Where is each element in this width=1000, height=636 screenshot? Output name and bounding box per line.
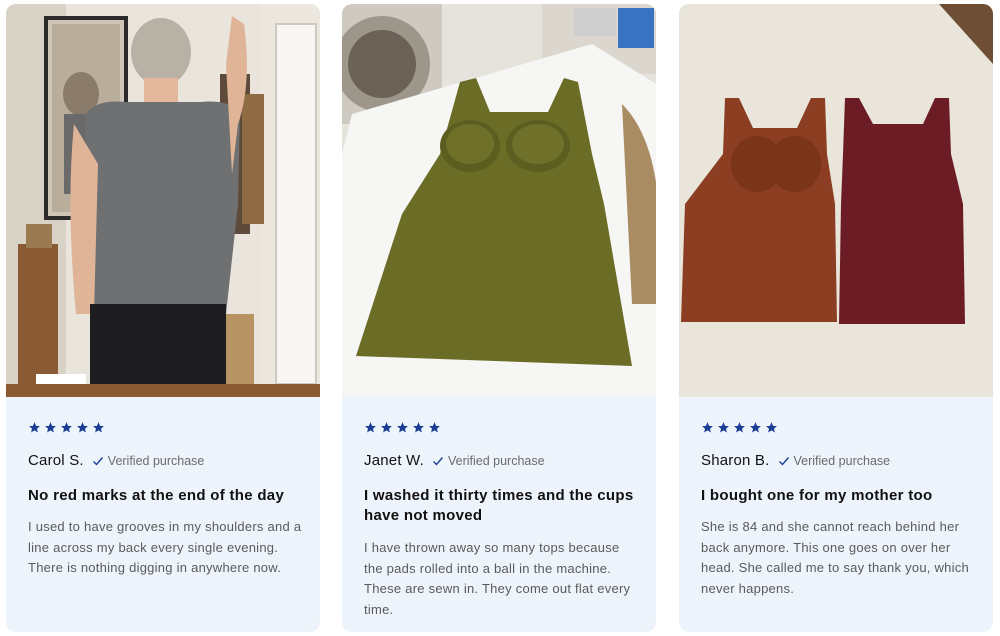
verified-badge: Verified purchase bbox=[793, 453, 891, 468]
star-rating bbox=[28, 421, 105, 434]
review-headline: I bought one for my mother too bbox=[701, 487, 933, 504]
reviewer-line: Sharon B. Verified purchase bbox=[701, 452, 890, 469]
star-icon bbox=[380, 421, 393, 434]
reviewer-line: Carol S. Verified purchase bbox=[28, 452, 204, 469]
review-photo[interactable] bbox=[342, 4, 656, 397]
review-text: I have thrown away so many tops because … bbox=[364, 540, 631, 617]
review-photo[interactable] bbox=[679, 4, 993, 397]
star-icon bbox=[364, 421, 377, 434]
review-card: Sharon B. Verified purchase I bought one… bbox=[679, 4, 993, 632]
star-icon bbox=[76, 421, 89, 434]
reviewer-name: Janet W. bbox=[364, 452, 424, 469]
star-rating bbox=[364, 421, 441, 434]
star-icon bbox=[44, 421, 57, 434]
review-photo[interactable] bbox=[6, 4, 320, 397]
star-icon bbox=[701, 421, 714, 434]
review-text: She is 84 and she cannot reach behind he… bbox=[701, 519, 970, 596]
photo-two-tanks-on-bed bbox=[679, 4, 993, 397]
star-icon bbox=[749, 421, 762, 434]
review-card: Janet W. Verified purchase I washed it t… bbox=[342, 4, 656, 632]
photo-green-tank-on-washer bbox=[342, 4, 656, 397]
star-icon bbox=[92, 421, 105, 434]
reviewer-name: Sharon B. bbox=[701, 452, 770, 469]
star-icon bbox=[428, 421, 441, 434]
reviewer-line: Janet W. Verified purchase bbox=[364, 452, 545, 469]
review-text: I used to have grooves in my shoulders a… bbox=[28, 519, 302, 575]
checkmark-icon bbox=[778, 455, 790, 467]
star-icon bbox=[733, 421, 746, 434]
reviews-grid: Carol S. Verified purchase No red marks … bbox=[0, 0, 1000, 636]
checkmark-icon bbox=[432, 455, 444, 467]
reviewer-name: Carol S. bbox=[28, 452, 84, 469]
photo-woman-grey-tank bbox=[6, 4, 320, 397]
star-icon bbox=[396, 421, 409, 434]
review-headline: I washed it thirty times and the cups ha… bbox=[364, 487, 634, 524]
review-headline: No red marks at the end of the day bbox=[28, 487, 285, 504]
checkmark-icon bbox=[92, 455, 104, 467]
review-card: Carol S. Verified purchase No red marks … bbox=[6, 4, 320, 632]
star-icon bbox=[765, 421, 778, 434]
star-icon bbox=[412, 421, 425, 434]
verified-badge: Verified purchase bbox=[447, 453, 545, 468]
star-icon bbox=[60, 421, 73, 434]
verified-badge: Verified purchase bbox=[107, 453, 205, 468]
star-icon bbox=[717, 421, 730, 434]
star-icon bbox=[28, 421, 41, 434]
star-rating bbox=[701, 421, 778, 434]
